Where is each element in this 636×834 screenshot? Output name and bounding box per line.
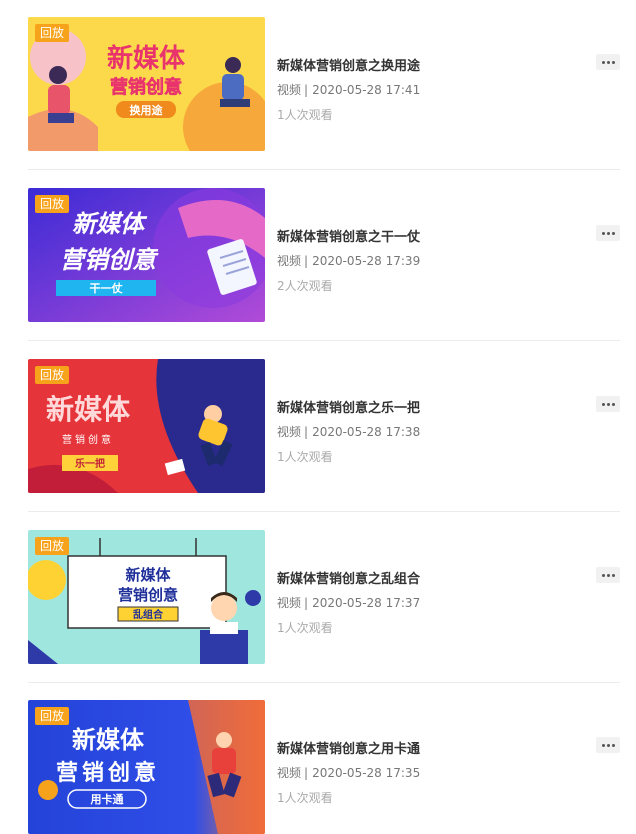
thumb-line2: 营销创意 <box>110 76 182 98</box>
separator <box>28 340 620 341</box>
video-title[interactable]: 新媒体营销创意之换用途 <box>277 55 420 74</box>
video-datetime: 2020-05-28 17:35 <box>312 766 421 780</box>
video-thumbnail[interactable]: 新媒体 营销创意 用卡通 回放 <box>28 700 265 834</box>
view-count: 2人次观看 <box>277 279 333 293</box>
video-type: 视频 <box>277 596 302 610</box>
replay-badge: 回放 <box>35 195 70 213</box>
more-dots-icon[interactable] <box>596 225 620 241</box>
video-item[interactable]: 新媒体 营销创意 乐一把 回放 新媒体营销创意之乐一把 视频 | 2020-05-2… <box>28 359 620 512</box>
video-datetime: 2020-05-28 17:38 <box>312 425 421 439</box>
thumb-line2: 营销创意 <box>118 586 178 604</box>
replay-badge: 回放 <box>35 366 70 384</box>
thumb-line2: 营销创意 <box>60 246 159 274</box>
thumb-tag: 用卡通 <box>91 792 124 806</box>
video-meta: 视频 | 2020-05-28 17:38 <box>277 423 420 440</box>
video-meta: 视频 | 2020-05-28 17:39 <box>277 252 420 269</box>
more-dots-icon[interactable] <box>596 396 620 412</box>
thumb-tag: 换用途 <box>130 103 164 117</box>
meta-divider: | <box>304 596 309 610</box>
video-type: 视频 <box>277 425 302 439</box>
video-datetime: 2020-05-28 17:41 <box>312 83 421 97</box>
video-datetime: 2020-05-28 17:39 <box>312 254 421 268</box>
video-meta: 视频 | 2020-05-28 17:41 <box>277 81 420 98</box>
video-type: 视频 <box>277 766 302 780</box>
video-datetime: 2020-05-28 17:37 <box>312 596 421 610</box>
meta-divider: | <box>304 83 309 97</box>
view-count: 1人次观看 <box>277 621 333 635</box>
thumb-line2: 营销创意 <box>56 760 160 786</box>
more-dots-icon[interactable] <box>596 567 620 583</box>
video-thumbnail[interactable]: 新媒体 营销创意 乐一把 回放 <box>28 359 265 493</box>
view-count: 1人次观看 <box>277 791 333 805</box>
replay-badge: 回放 <box>35 24 70 42</box>
replay-badge: 回放 <box>35 537 70 555</box>
view-count: 1人次观看 <box>277 450 333 464</box>
thumb-line1: 新媒体 <box>72 726 145 754</box>
video-item[interactable]: 新媒体 营销创意 用卡通 回放 新媒体营销创意之用卡通 视频 | 2020-05-2… <box>28 700 620 834</box>
thumb-tag: 干一仗 <box>90 281 124 295</box>
video-title[interactable]: 新媒体营销创意之用卡通 <box>277 738 420 757</box>
thumb-line1: 新媒体 <box>72 210 148 238</box>
video-title[interactable]: 新媒体营销创意之乐一把 <box>277 397 420 416</box>
video-title[interactable]: 新媒体营销创意之干一仗 <box>277 226 420 245</box>
thumb-line1: 新媒体 <box>125 566 171 584</box>
video-thumbnail[interactable]: 新媒体 营销创意 干一仗 回放 <box>28 188 265 322</box>
video-type: 视频 <box>277 254 302 268</box>
video-item[interactable]: 新媒体 营销创意 干一仗 回放 新媒体营销创意之干一仗 视频 | 2020-05-2… <box>28 188 620 341</box>
separator <box>28 169 620 170</box>
thumb-tag: 乐一把 <box>75 457 105 470</box>
video-item[interactable]: 新媒体 营销创意 换用途 回放 新媒体营销创意之换用途 视频 | 2020-05-2… <box>28 17 620 170</box>
replay-badge: 回放 <box>35 707 70 725</box>
video-title[interactable]: 新媒体营销创意之乱组合 <box>277 568 420 587</box>
thumb-tag: 乱组合 <box>133 608 164 621</box>
meta-divider: | <box>304 254 309 268</box>
video-thumbnail[interactable]: 新媒体 营销创意 换用途 回放 <box>28 17 265 151</box>
thumb-line1: 新媒体 <box>46 393 131 426</box>
video-thumbnail[interactable]: 新媒体 营销创意 乱组合 回放 <box>28 530 265 664</box>
video-item[interactable]: 新媒体 营销创意 乱组合 回放 新媒体营销创意之乱组合 视频 | 2020-05-2… <box>28 530 620 683</box>
meta-divider: | <box>304 425 309 439</box>
separator <box>28 511 620 512</box>
video-type: 视频 <box>277 83 302 97</box>
video-meta: 视频 | 2020-05-28 17:35 <box>277 764 420 781</box>
more-dots-icon[interactable] <box>596 737 620 753</box>
more-dots-icon[interactable] <box>596 54 620 70</box>
meta-divider: | <box>304 766 309 780</box>
video-meta: 视频 | 2020-05-28 17:37 <box>277 594 420 611</box>
thumb-line1: 新媒体 <box>107 43 186 74</box>
thumb-line2: 营销创意 <box>62 433 114 446</box>
view-count: 1人次观看 <box>277 108 333 122</box>
separator <box>28 682 620 683</box>
